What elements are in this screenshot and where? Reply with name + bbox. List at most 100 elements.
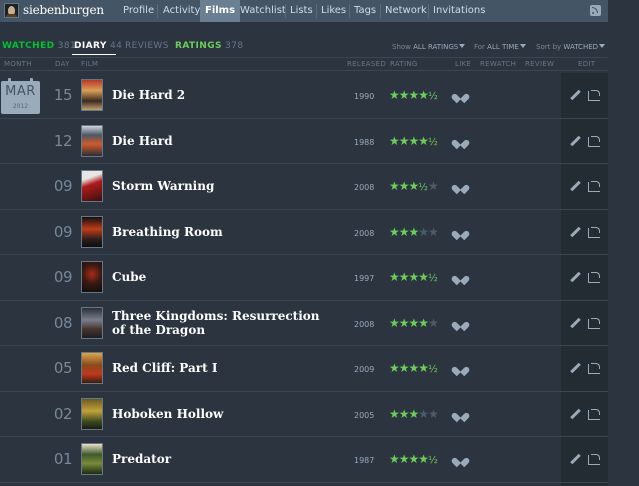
edit-icon[interactable]	[570, 227, 581, 238]
edit-icon[interactable]	[570, 181, 581, 192]
user-avatar[interactable]	[4, 3, 19, 18]
heart-icon[interactable]	[455, 318, 466, 328]
release-year[interactable]: 2008	[354, 320, 374, 329]
diary-row[interactable]: 09 Cube 1997 ★★★★½	[0, 255, 608, 301]
entry-day[interactable]: 09	[52, 268, 73, 286]
diary-row[interactable]: 09 Storm Warning 2008 ★★★½★	[0, 164, 608, 210]
share-icon[interactable]	[588, 135, 600, 147]
edit-icon[interactable]	[570, 363, 581, 374]
film-poster[interactable]	[81, 352, 103, 384]
share-icon[interactable]	[588, 317, 600, 329]
film-title[interactable]: Hoboken Hollow	[112, 407, 327, 421]
film-poster[interactable]	[81, 124, 103, 157]
film-title[interactable]: Storm Warning	[112, 179, 327, 193]
release-year[interactable]: 1987	[354, 456, 374, 465]
nav-watchlist[interactable]: Watchlist	[235, 0, 291, 22]
filter-for[interactable]: For ALL TIME	[474, 43, 526, 51]
nav-lists[interactable]: Lists	[285, 0, 318, 22]
share-icon[interactable]	[588, 408, 600, 420]
entry-day[interactable]: 09	[52, 223, 73, 241]
film-poster[interactable]	[81, 397, 103, 430]
diary-row[interactable]: 05 Red Cliff: Part I 2009 ★★★★½	[0, 346, 608, 392]
edit-icon[interactable]	[570, 454, 581, 465]
entry-day[interactable]: 15	[52, 86, 73, 104]
entry-day[interactable]: 09	[52, 177, 73, 195]
heart-icon[interactable]	[455, 136, 466, 146]
entry-day[interactable]: 01	[52, 450, 73, 468]
film-poster[interactable]	[81, 79, 103, 111]
film-poster[interactable]	[81, 170, 103, 202]
tab-watched[interactable]: WATCHED 381	[2, 41, 76, 51]
entry-day[interactable]: 02	[52, 405, 73, 423]
film-title[interactable]: Three Kingdoms: Resurrection of the Drag…	[112, 309, 327, 337]
heart-icon[interactable]	[455, 454, 466, 464]
film-title[interactable]: Predator	[112, 452, 327, 466]
film-title[interactable]: Breathing Room	[112, 225, 327, 239]
film-poster[interactable]	[81, 443, 103, 475]
nav-invitations[interactable]: Invitations	[428, 0, 490, 22]
film-title[interactable]: Die Hard 2	[112, 88, 327, 102]
diary-row[interactable]: 01 Predator 1987 ★★★★½	[0, 437, 608, 483]
entry-day[interactable]: 08	[52, 314, 73, 332]
nav-tags[interactable]: Tags	[349, 0, 381, 22]
share-icon[interactable]	[588, 363, 600, 374]
nav-profile[interactable]: Profile	[118, 0, 159, 22]
tab-reviews-label: REVIEWS	[125, 41, 169, 51]
share-icon[interactable]	[588, 272, 600, 283]
release-year[interactable]: 2008	[354, 183, 374, 192]
release-year[interactable]: 1997	[354, 274, 374, 283]
edit-icon[interactable]	[570, 136, 581, 147]
film-poster[interactable]	[81, 215, 103, 248]
top-nav: siebenburgen Profile Activity Films Watc…	[0, 0, 608, 22]
diary-row[interactable]: 09 Breathing Room 2008 ★★★★★	[0, 210, 608, 255]
rss-icon[interactable]	[590, 5, 601, 16]
edit-icon[interactable]	[570, 318, 581, 329]
share-icon[interactable]	[588, 90, 600, 101]
filter-sort[interactable]: Sort by WATCHED	[536, 43, 606, 51]
heart-icon[interactable]	[455, 363, 466, 373]
filter-show[interactable]: Show ALL RATINGS	[392, 43, 466, 51]
nav-network[interactable]: Network	[380, 0, 432, 22]
film-poster[interactable]	[81, 261, 103, 293]
star-icon: ★	[389, 361, 400, 375]
share-icon[interactable]	[588, 454, 600, 465]
col-review: REVIEW	[525, 60, 555, 68]
nav-likes[interactable]: Likes	[316, 0, 351, 22]
share-icon[interactable]	[588, 181, 600, 192]
star-icon: ★	[398, 315, 410, 330]
film-poster[interactable]	[81, 306, 103, 339]
star-icon: ½	[428, 455, 438, 466]
release-year[interactable]: 2005	[354, 411, 374, 420]
film-title[interactable]: Cube	[112, 270, 327, 284]
film-title[interactable]: Die Hard	[112, 134, 327, 148]
entry-day[interactable]: 12	[52, 132, 73, 150]
edit-icon[interactable]	[570, 90, 581, 101]
star-rating: ★★★★★	[389, 226, 439, 238]
tab-diary[interactable]: DIARY 44	[74, 41, 122, 51]
tab-ratings[interactable]: RATINGS 378	[175, 41, 244, 51]
film-title[interactable]: Red Cliff: Part I	[112, 361, 327, 375]
release-year[interactable]: 1990	[354, 92, 374, 101]
release-year[interactable]: 1988	[354, 138, 374, 147]
heart-icon[interactable]	[455, 90, 466, 100]
heart-icon[interactable]	[455, 181, 466, 191]
diary-row[interactable]: 02 Hoboken Hollow 2005 ★★★★★	[0, 392, 608, 437]
nav-activity[interactable]: Activity	[158, 0, 205, 22]
diary-row[interactable]: 08 Three Kingdoms: Resurrection of the Dr…	[0, 301, 608, 346]
edit-icon[interactable]	[570, 409, 581, 420]
release-year[interactable]: 2008	[354, 229, 374, 238]
col-rating: RATING	[390, 60, 418, 68]
filter-show-label: Show	[392, 43, 411, 51]
heart-icon[interactable]	[455, 272, 466, 282]
edit-icon[interactable]	[570, 272, 581, 283]
heart-icon[interactable]	[455, 227, 466, 237]
diary-row[interactable]: 12 Die Hard 1988 ★★★★½	[0, 119, 608, 164]
entry-day[interactable]: 05	[52, 359, 73, 377]
username-link[interactable]: siebenburgen	[23, 3, 104, 17]
share-icon[interactable]	[588, 226, 600, 238]
release-year[interactable]: 2009	[354, 365, 374, 374]
tab-reviews[interactable]: REVIEWS	[125, 41, 169, 51]
dropdown-arrow-icon	[599, 44, 606, 48]
diary-row[interactable]: 15 Die Hard 2 1990 ★★★★½	[0, 73, 608, 119]
heart-icon[interactable]	[455, 409, 466, 419]
